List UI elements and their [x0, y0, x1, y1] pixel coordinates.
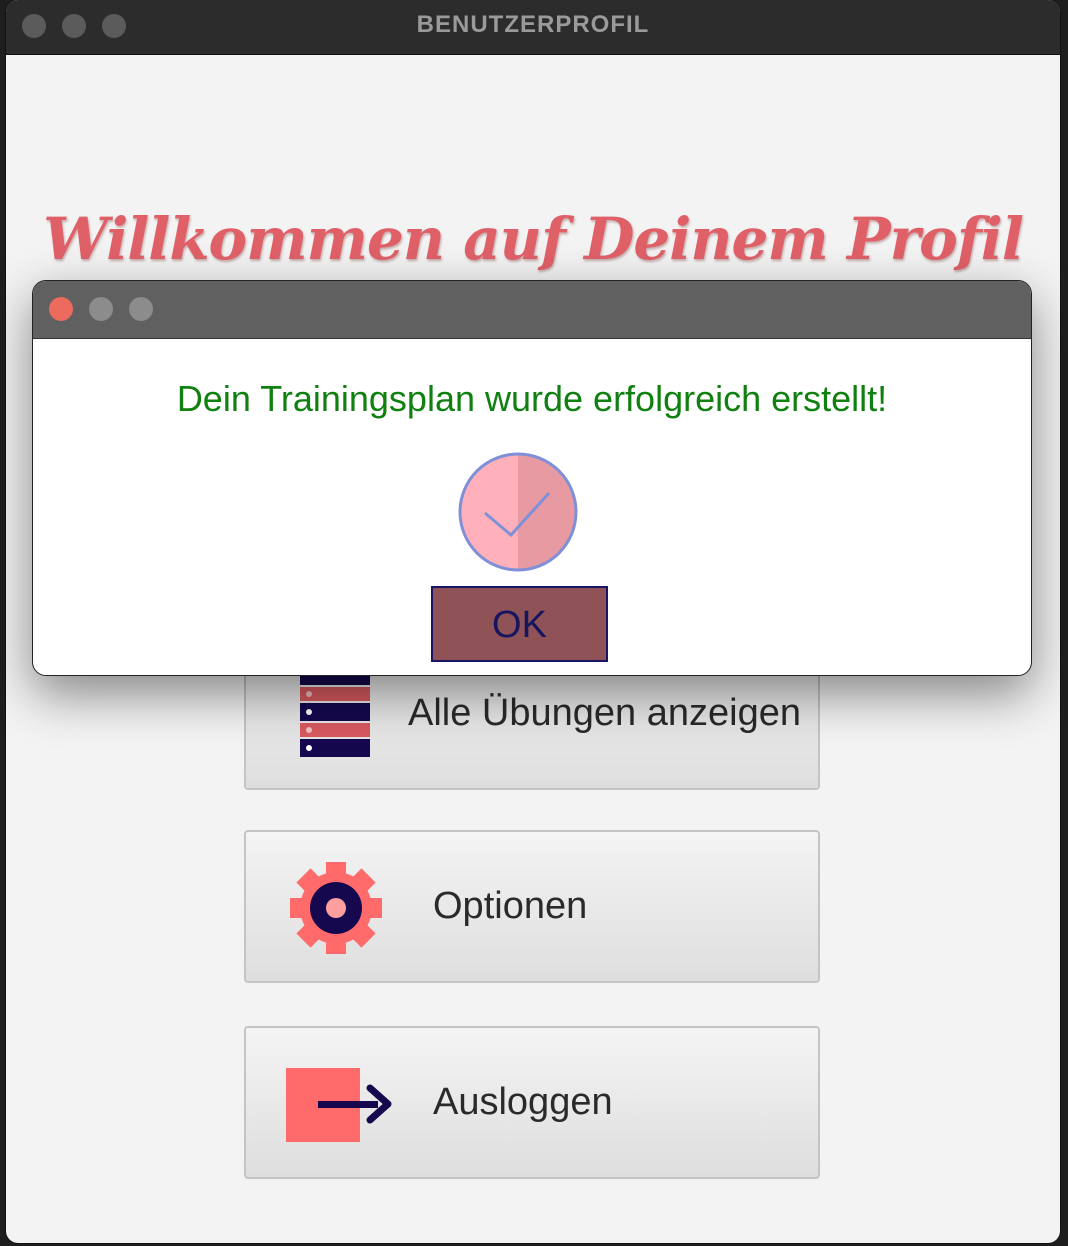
- dialog-zoom-button[interactable]: [129, 297, 153, 321]
- success-dialog: Dein Trainingsplan wurde erfolgreich ers…: [32, 280, 1032, 676]
- window-title: BENUTZERPROFIL: [416, 11, 650, 38]
- dialog-titlebar[interactable]: [33, 281, 1031, 339]
- window-titlebar[interactable]: BENUTZERPROFIL: [6, 0, 1060, 55]
- dialog-minimize-button[interactable]: [89, 297, 113, 321]
- gear-icon: [290, 862, 382, 954]
- logout-button[interactable]: Ausloggen: [244, 1026, 820, 1179]
- options-button[interactable]: Optionen: [244, 830, 820, 983]
- logout-label: Ausloggen: [433, 1081, 613, 1123]
- options-label: Optionen: [433, 885, 588, 927]
- welcome-heading: Willkommen auf Deinem Profil: [43, 205, 1024, 273]
- dialog-message: Dein Trainingsplan wurde erfolgreich ers…: [176, 378, 888, 419]
- logout-icon: [286, 1068, 392, 1142]
- ok-button[interactable]: OK: [431, 586, 608, 662]
- checkmark-icon: [458, 452, 578, 572]
- dialog-close-button[interactable]: [49, 297, 73, 321]
- list-icon: [300, 667, 370, 757]
